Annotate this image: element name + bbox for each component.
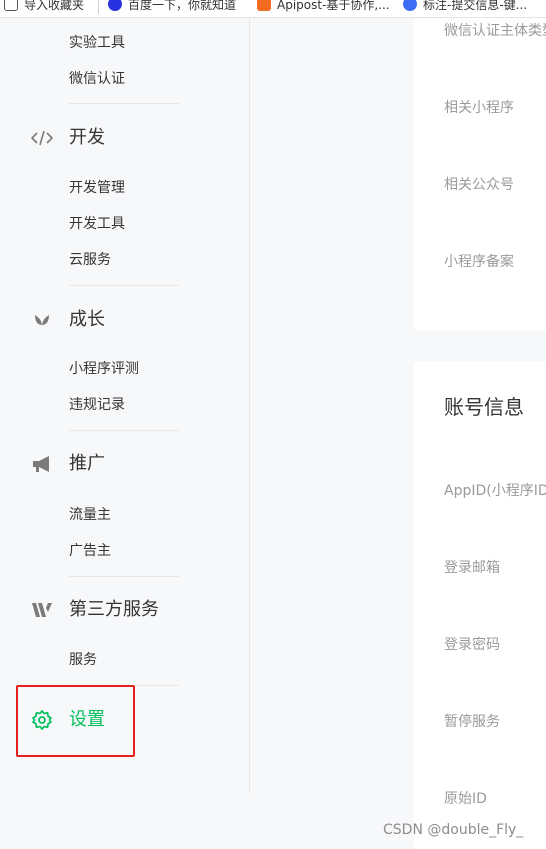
bookmark-import[interactable]: 导入收藏夹: [4, 0, 84, 14]
third-party-icon: [30, 599, 54, 621]
field-label-suspend-service: 暂停服务: [444, 714, 500, 730]
field-label-original-id: 原始ID: [444, 791, 487, 807]
field-label-mini-program-filing: 小程序备案: [444, 254, 514, 270]
sidebar-item-traffic-owner[interactable]: 流量主: [69, 506, 111, 524]
info-card: [414, 18, 546, 331]
sidebar-divider: [69, 576, 179, 577]
sidebar-divider: [69, 430, 179, 431]
sidebar-item-advertiser[interactable]: 广告主: [69, 542, 111, 560]
code-icon: [30, 127, 54, 149]
megaphone-icon: [30, 453, 54, 475]
sidebar-item-services[interactable]: 服务: [69, 651, 97, 669]
sidebar-group-third-party[interactable]: 第三方服务: [69, 599, 159, 621]
sidebar-item-cloud-service[interactable]: 云服务: [69, 251, 111, 269]
watermark: CSDN @double_Fly_: [383, 822, 524, 838]
sidebar-item-violation-records[interactable]: 违规记录: [69, 396, 125, 414]
import-icon: [4, 0, 18, 11]
sidebar-item-wechat-verify[interactable]: 微信认证: [69, 70, 125, 88]
sidebar-item-experiment-tools[interactable]: 实验工具: [69, 34, 125, 52]
bookmark-apipost[interactable]: Apipost-基于协作,...: [257, 0, 390, 14]
bookmark-baidu[interactable]: 百度一下，你就知道: [108, 0, 236, 14]
sidebar-item-dev-tools[interactable]: 开发工具: [69, 215, 125, 233]
sidebar-item-mini-program-review[interactable]: 小程序评测: [69, 360, 139, 378]
field-label-appid: AppID(小程序ID): [444, 483, 546, 499]
sidebar-border: [249, 18, 250, 793]
apipost-icon: [257, 0, 271, 11]
field-label-login-password: 登录密码: [444, 637, 500, 653]
field-label-related-mini-programs: 相关小程序: [444, 100, 514, 116]
field-label-related-official-accounts: 相关公众号: [444, 177, 514, 193]
bookmark-label[interactable]: 标注-提交信息-键...: [403, 0, 527, 14]
sidebar-divider: [69, 285, 179, 286]
sidebar-item-dev-management[interactable]: 开发管理: [69, 179, 125, 197]
sidebar-group-growth[interactable]: 成长: [69, 309, 105, 331]
section-title-account-info: 账号信息: [444, 395, 524, 419]
sidebar-divider: [69, 103, 179, 104]
field-label-login-email: 登录邮箱: [444, 560, 500, 576]
bookmarks-bar: 导入收藏夹 百度一下，你就知道 Apipost-基于协作,... 标注-提交信息…: [0, 0, 546, 18]
sidebar-group-develop[interactable]: 开发: [69, 127, 105, 149]
label-icon: [403, 0, 417, 11]
sprout-icon: [30, 309, 54, 331]
bookmark-separator: [98, 0, 99, 14]
sidebar-group-promotion[interactable]: 推广: [69, 453, 105, 475]
field-label-verify-subject-type: 微信认证主体类型: [444, 23, 546, 39]
account-info-card: [414, 361, 546, 849]
baidu-icon: [108, 0, 122, 11]
highlight-annotation-box: [16, 685, 135, 757]
